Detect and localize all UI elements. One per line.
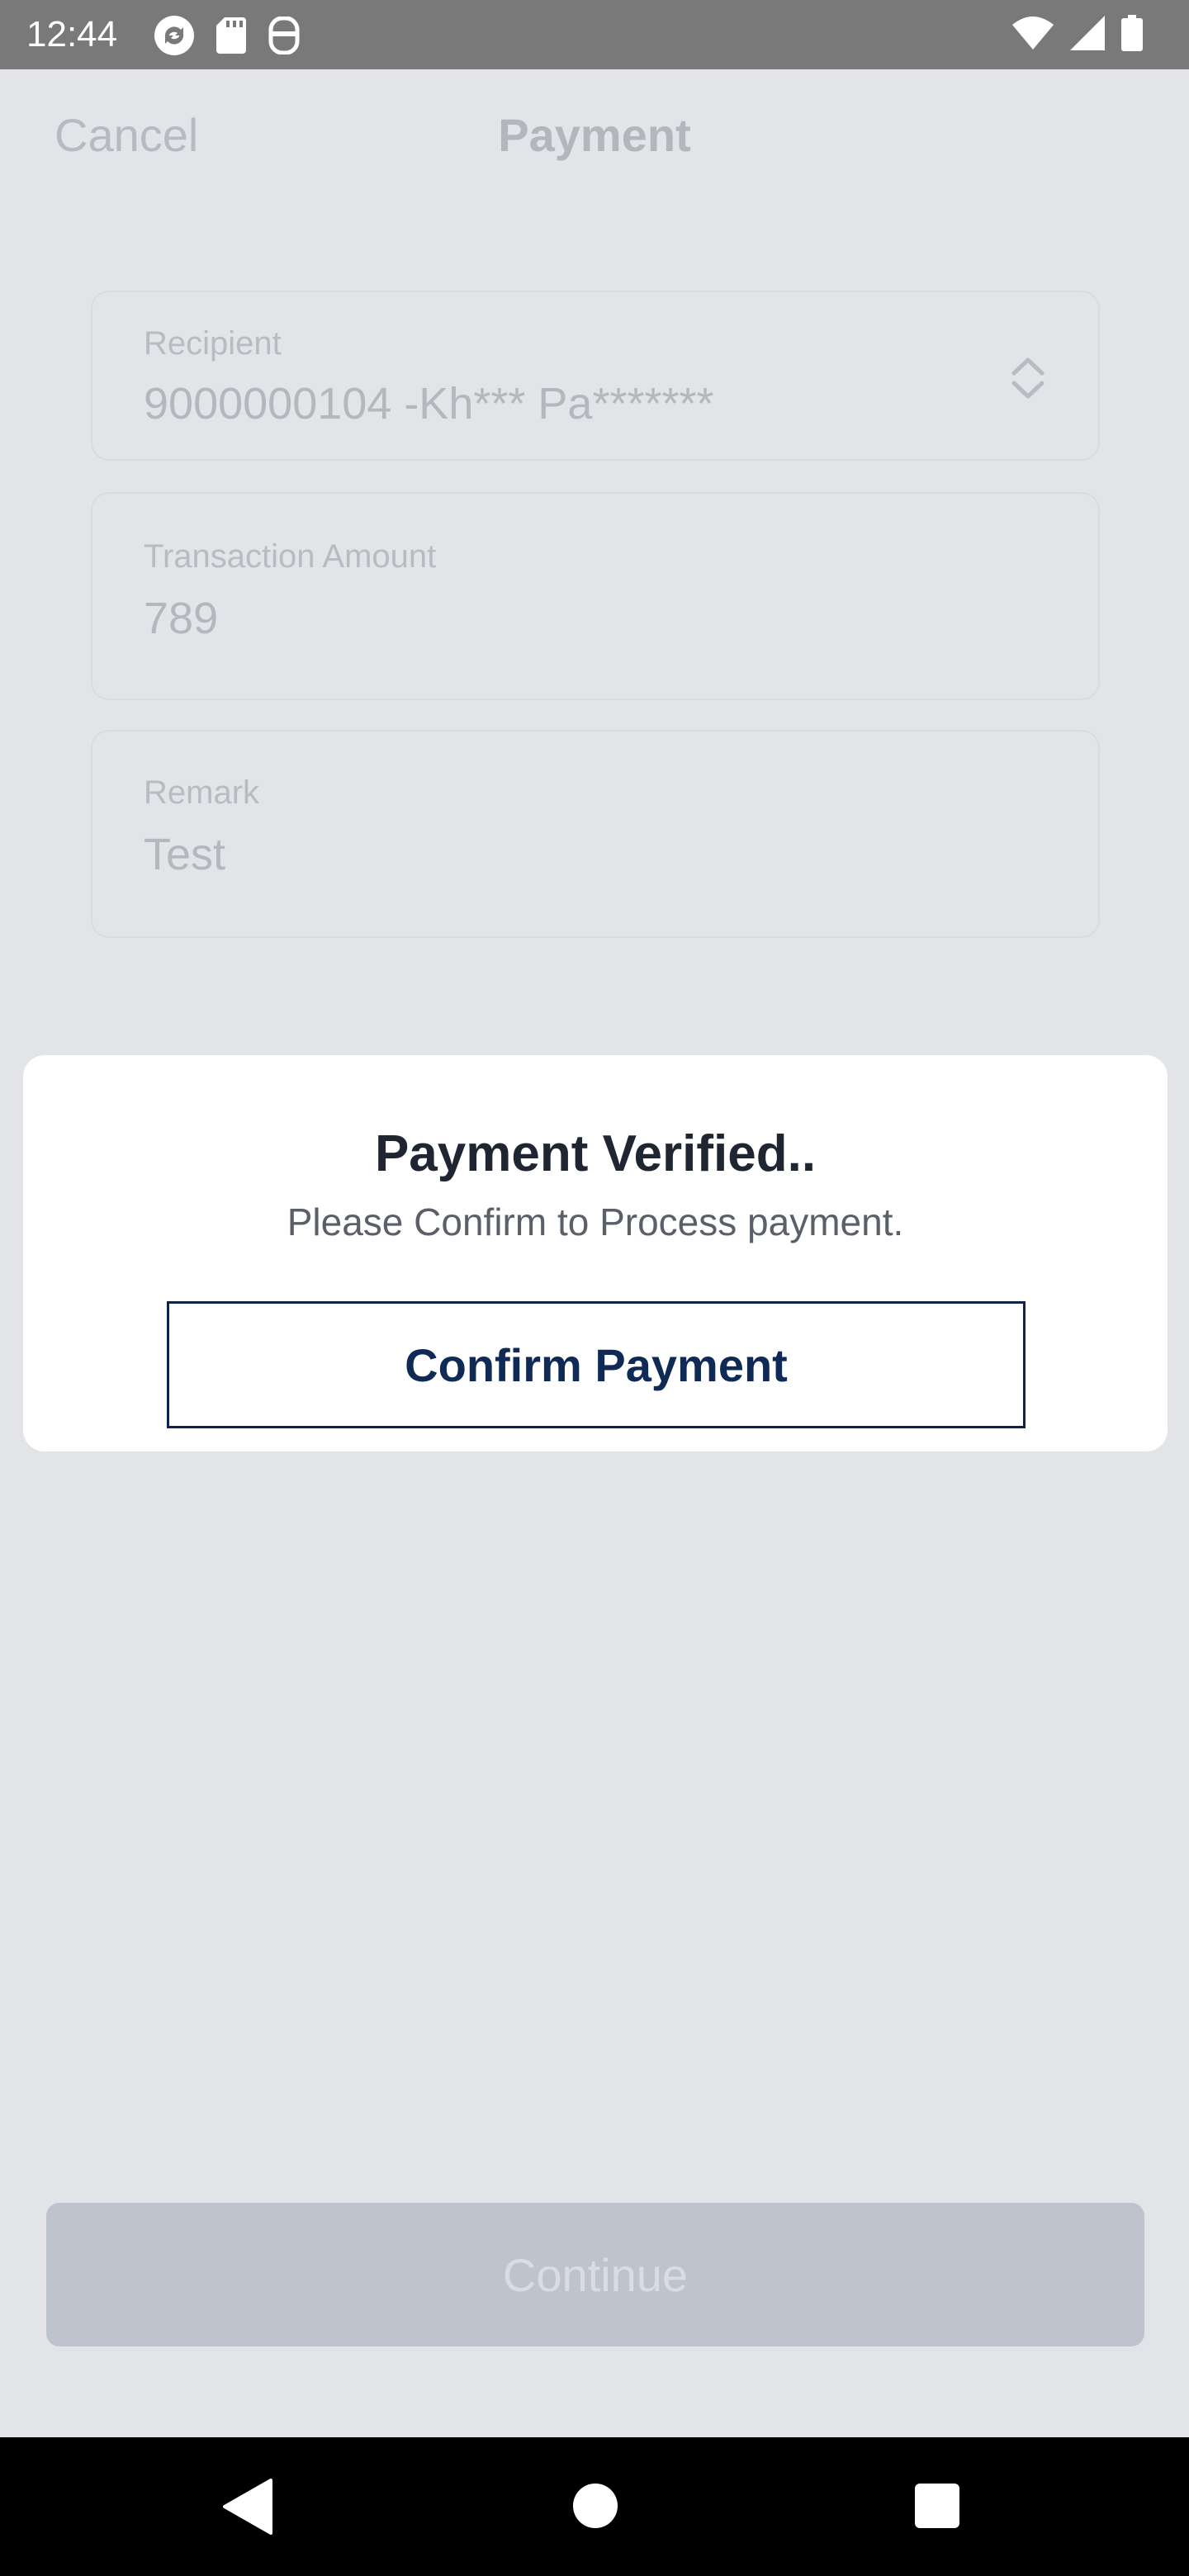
remark-value: Test bbox=[144, 830, 226, 879]
navigation-bar bbox=[0, 2437, 1189, 2576]
recipient-value: 9000000104 -Kh*** Pa******* bbox=[144, 379, 714, 429]
remark-label: Remark bbox=[144, 774, 260, 811]
page-title: Payment bbox=[498, 109, 691, 161]
status-icons-left bbox=[154, 15, 301, 60]
chevron-up-down-icon bbox=[1009, 355, 1047, 401]
wifi-icon bbox=[1012, 17, 1054, 54]
sync-icon bbox=[154, 15, 195, 60]
transaction-amount-value: 789 bbox=[144, 594, 219, 643]
recipient-select[interactable]: Recipient 9000000104 -Kh*** Pa******* bbox=[91, 291, 1100, 461]
dialog-subtitle: Please Confirm to Process payment. bbox=[287, 1200, 904, 1243]
continue-button[interactable]: Continue bbox=[46, 2203, 1144, 2346]
transaction-amount-label: Transaction Amount bbox=[144, 538, 437, 575]
status-time: 12:44 bbox=[26, 14, 118, 54]
transaction-amount-field[interactable]: Transaction Amount 789 bbox=[91, 492, 1100, 700]
status-icons-right bbox=[1012, 15, 1143, 55]
sd-card-icon bbox=[216, 17, 246, 58]
status-bar: 12:44 bbox=[0, 0, 1189, 69]
app-header: Cancel Payment bbox=[0, 69, 1189, 195]
dialog-title: Payment Verified.. bbox=[374, 1125, 817, 1182]
recipient-label: Recipient bbox=[144, 325, 282, 362]
payment-verified-dialog: Payment Verified.. Please Confirm to Pro… bbox=[23, 1055, 1168, 1451]
home-icon[interactable] bbox=[573, 2484, 618, 2528]
battery-icon bbox=[1121, 15, 1143, 55]
signal-icon bbox=[1070, 16, 1105, 54]
vpn-icon bbox=[268, 16, 301, 59]
remark-field[interactable]: Remark Test bbox=[91, 730, 1100, 938]
confirm-payment-button[interactable]: Confirm Payment bbox=[167, 1301, 1026, 1428]
recents-icon[interactable] bbox=[915, 2484, 959, 2528]
back-icon[interactable] bbox=[221, 2479, 274, 2535]
